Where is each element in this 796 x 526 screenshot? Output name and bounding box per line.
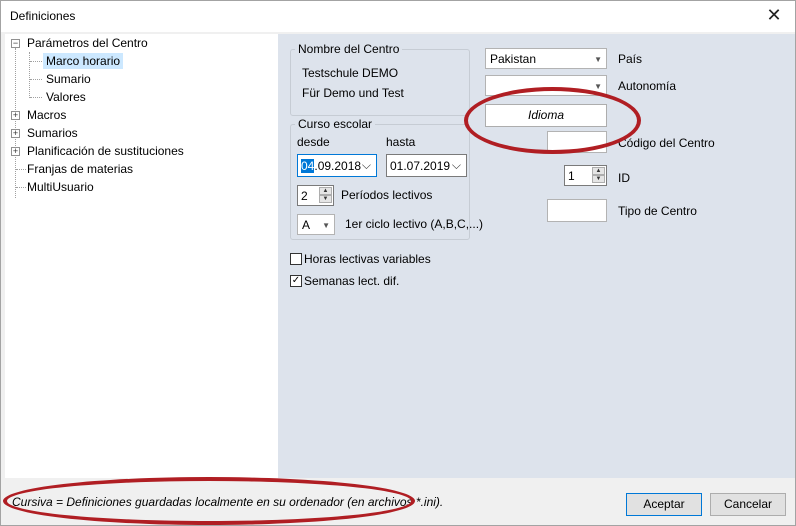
pais-label: País [618, 52, 643, 66]
semanas-dif-checkbox[interactable]: ✓ [290, 275, 302, 287]
hasta-date-picker[interactable]: 01.07.2019 ⌵ [386, 154, 467, 177]
autonomia-label: Autonomía [618, 79, 677, 93]
pais-value: Pakistan [490, 52, 537, 66]
tree-connector [30, 61, 42, 62]
tree-item-sumario[interactable]: Sumario [46, 71, 91, 87]
hasta-date-value: 01.07.2019 [390, 159, 451, 173]
aceptar-button[interactable]: Aceptar [626, 493, 702, 516]
dropdown-arrow-icon: ▼ [594, 55, 602, 64]
settings-tree: − Parámetros del Centro Marco horario Su… [5, 34, 278, 478]
periodos-label: Períodos lectivos [341, 188, 433, 202]
highlight-ring-footer-note [3, 477, 415, 525]
periodos-value: 2 [301, 189, 308, 203]
tree-connector [29, 52, 30, 98]
pais-select[interactable]: Pakistan ▼ [485, 48, 607, 69]
expand-icon[interactable]: + [11, 129, 20, 138]
codigo-centro-label: Código del Centro [618, 136, 715, 150]
tipo-centro-label: Tipo de Centro [618, 204, 697, 218]
centro-group: Nombre del Centro Testschule DEMO Für De… [290, 42, 470, 116]
id-stepper[interactable]: 1 ▲ ▼ [564, 165, 607, 186]
centro-name-line1: Testschule DEMO [302, 66, 399, 80]
tree-connector [30, 79, 42, 80]
hasta-label: hasta [386, 135, 416, 149]
tree-item-valores[interactable]: Valores [46, 89, 86, 105]
group-title: Curso escolar [295, 117, 376, 131]
desde-date-value: 04.09.2018 [301, 159, 362, 173]
id-label: ID [618, 171, 630, 185]
tree-item-multiusuario[interactable]: MultiUsuario [27, 179, 94, 195]
ciclo-select[interactable]: A ▼ [297, 214, 335, 235]
cancelar-button[interactable]: Cancelar [710, 493, 786, 516]
group-title: Nombre del Centro [295, 42, 403, 56]
expand-icon[interactable]: + [11, 147, 20, 156]
id-value: 1 [568, 169, 575, 183]
horas-variables-label: Horas lectivas variables [304, 252, 431, 266]
window-title: Definiciones [10, 9, 76, 23]
spin-buttons: ▲ ▼ [319, 187, 332, 204]
chevron-down-icon[interactable]: ⌵ [452, 158, 461, 173]
tree-item-planificacion-sustituciones[interactable]: Planificación de sustituciones [27, 143, 184, 159]
tree-item-franjas-materias[interactable]: Franjas de materias [27, 161, 133, 177]
tree-connector [15, 48, 16, 198]
centro-name-line2: Für Demo und Test [302, 86, 404, 100]
tree-item-macros[interactable]: Macros [27, 107, 66, 123]
spin-down-icon[interactable]: ▼ [592, 175, 605, 183]
tree-item-parametros-centro[interactable]: Parámetros del Centro [27, 35, 148, 51]
tipo-centro-field[interactable] [547, 199, 607, 222]
tree-item-sumarios[interactable]: Sumarios [27, 125, 78, 141]
close-icon[interactable]: ✕ [763, 4, 785, 26]
tree-connector [30, 97, 42, 98]
tree-connector [16, 169, 26, 170]
curso-group: Curso escolar desde hasta 04.09.2018 ⌵ 0… [290, 117, 483, 240]
collapse-icon[interactable]: − [11, 39, 20, 48]
highlight-ring-idioma [464, 87, 641, 154]
horas-variables-checkbox[interactable] [290, 253, 302, 265]
spin-up-icon[interactable]: ▲ [592, 167, 605, 175]
desde-label: desde [297, 135, 330, 149]
dropdown-arrow-icon: ▼ [322, 221, 330, 230]
tree-item-marco-horario[interactable]: Marco horario [43, 53, 124, 69]
ciclo-value: A [302, 218, 311, 232]
ciclo-label: 1er ciclo lectivo (A,B,C,...) [345, 217, 484, 231]
desde-date-picker[interactable]: 04.09.2018 ⌵ [297, 154, 377, 177]
tree-connector [16, 187, 26, 188]
periodos-stepper[interactable]: 2 ▲ ▼ [297, 185, 334, 206]
definiciones-dialog: Definiciones ✕ − Parámetros del Centro M… [0, 0, 796, 526]
title-bar: Definiciones ✕ [1, 1, 795, 32]
spin-buttons: ▲ ▼ [592, 167, 605, 184]
spin-up-icon[interactable]: ▲ [319, 187, 332, 195]
semanas-dif-label: Semanas lect. dif. [304, 274, 400, 288]
chevron-down-icon[interactable]: ⌵ [362, 158, 371, 173]
expand-icon[interactable]: + [11, 111, 20, 120]
spin-down-icon[interactable]: ▼ [319, 195, 332, 203]
dropdown-arrow-icon: ▼ [594, 82, 602, 91]
